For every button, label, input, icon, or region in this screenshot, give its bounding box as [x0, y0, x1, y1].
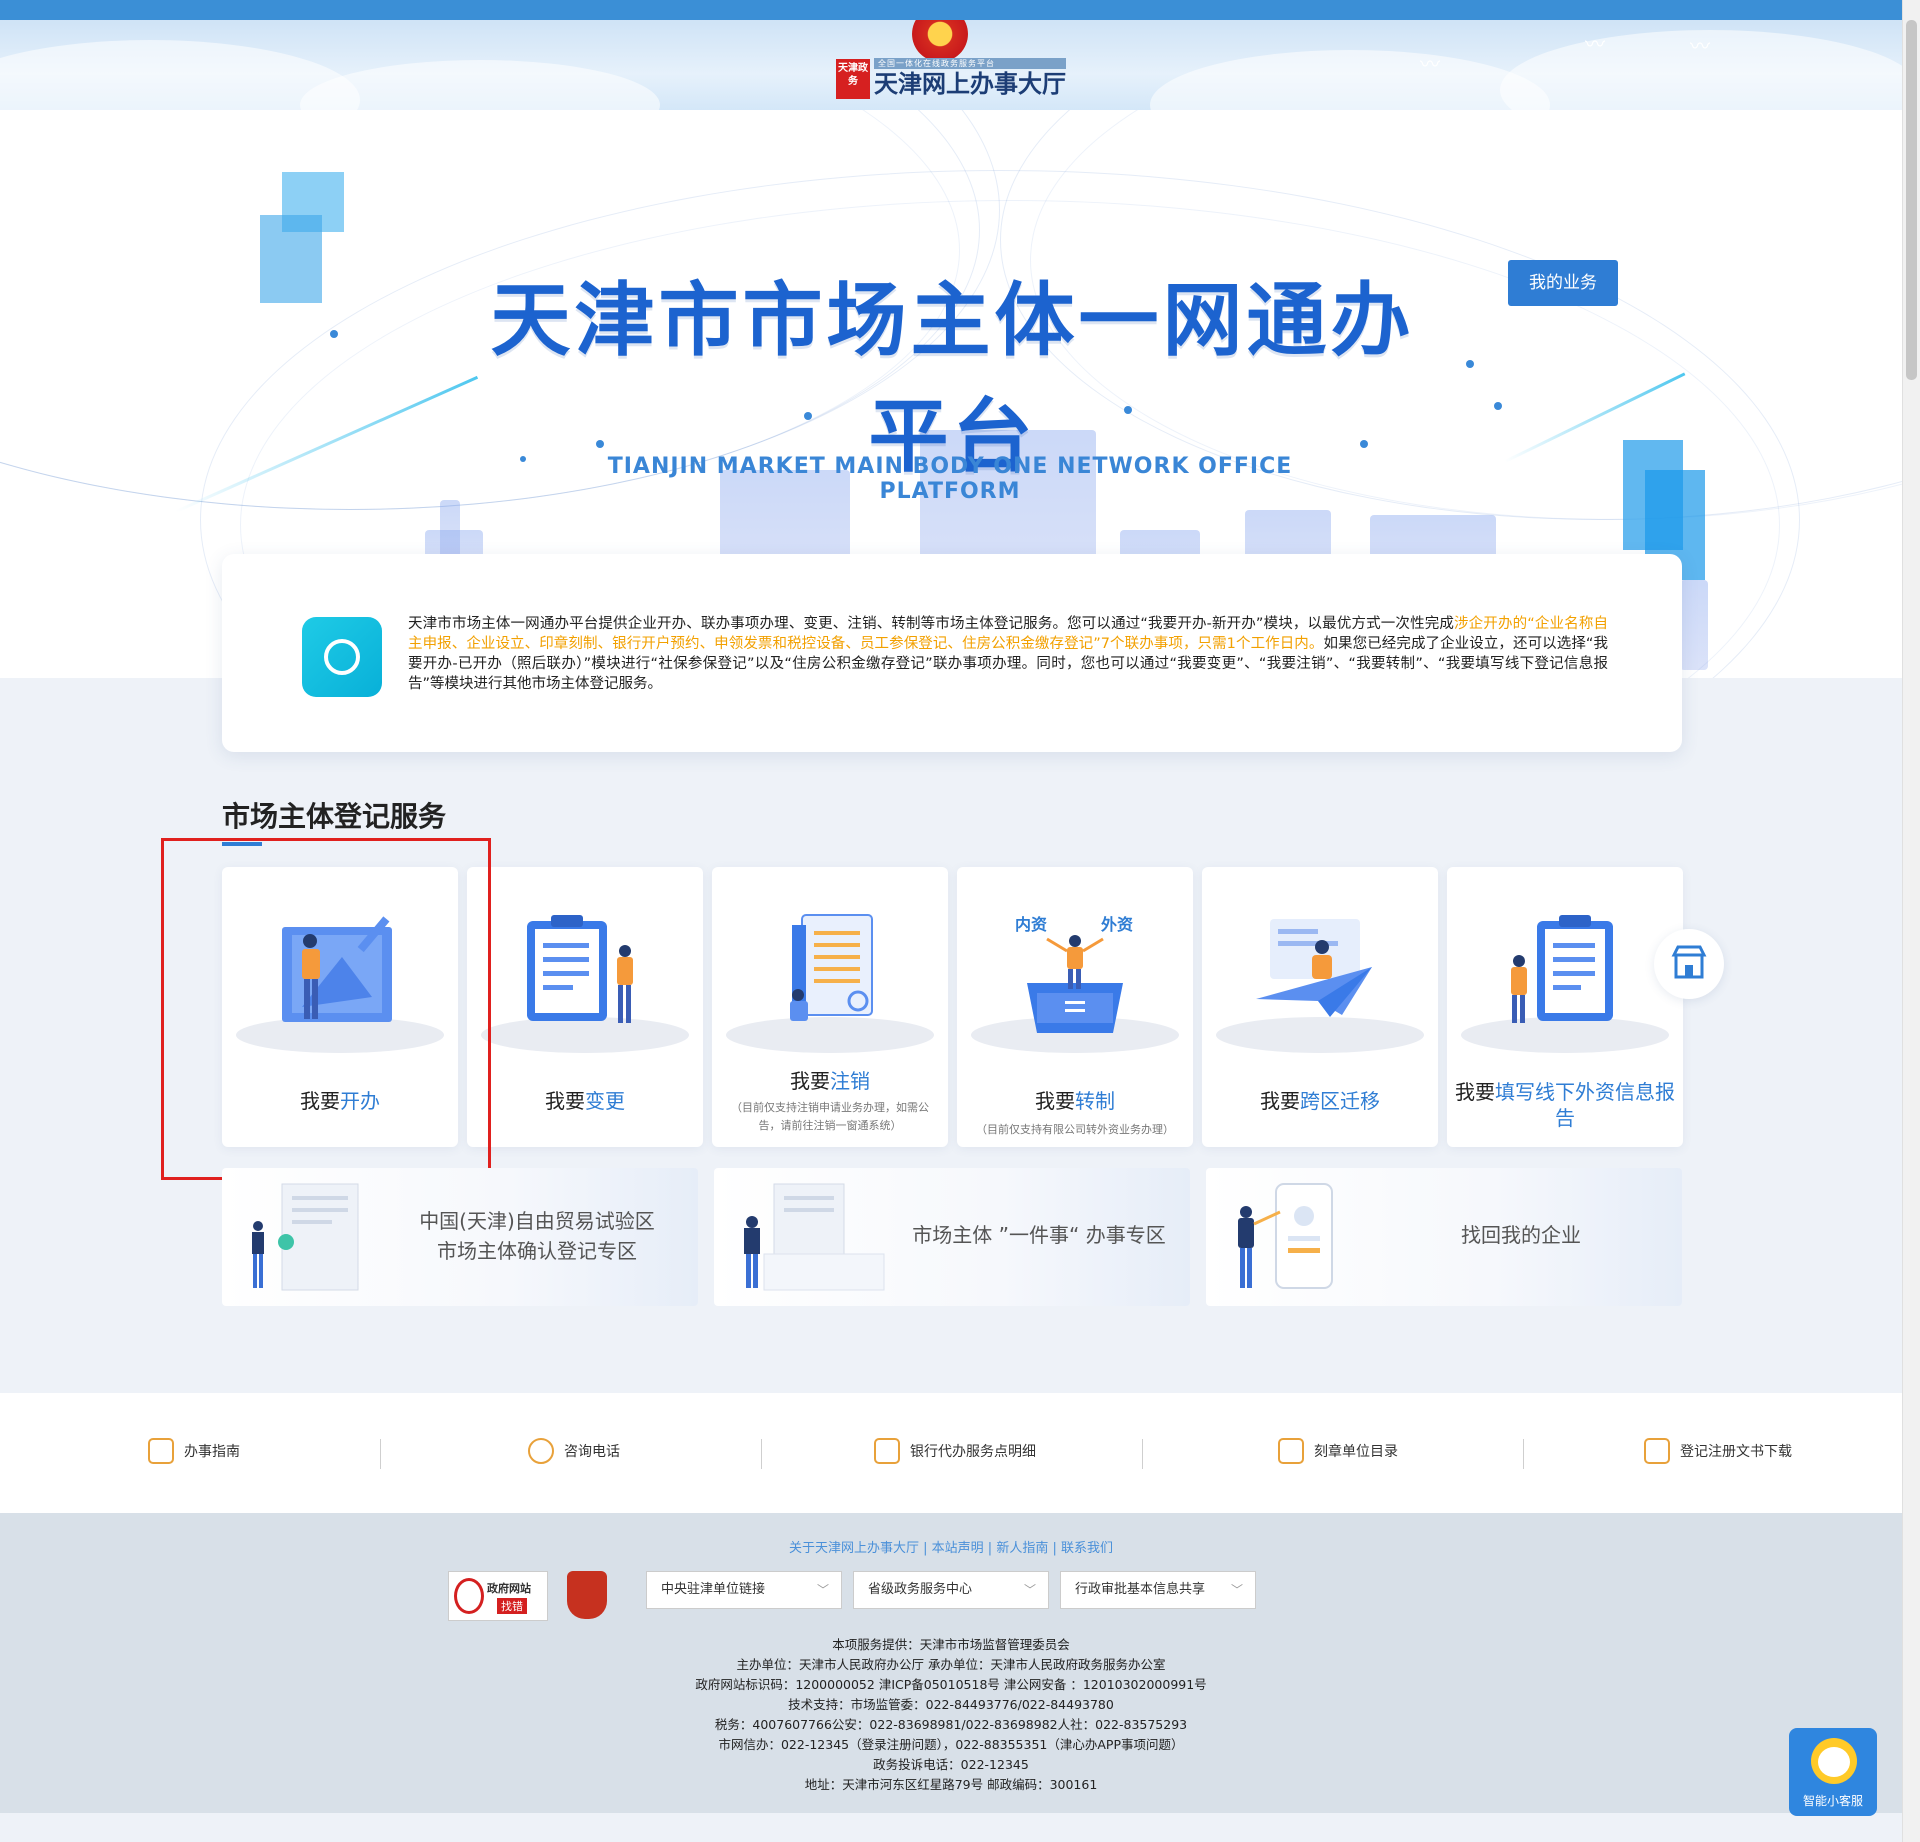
service-card-label: 我要变更	[545, 1089, 625, 1113]
site-footer: 关于天津网上办事大厅 | 本站声明 | 新人指南 | 联系我们 政府网站 找错 …	[0, 1513, 1902, 1813]
list-icon	[874, 1438, 900, 1464]
zone-free-trade[interactable]: 中国(天津)自由贸易试验区 市场主体确认登记专区	[222, 1168, 698, 1306]
cancel-business-illustration	[790, 914, 873, 1021]
site-logo[interactable]: 天津政务 全国一体化在线政务服务平台 天津网上办事大厅	[836, 58, 1066, 99]
special-zones: 中国(天津)自由贸易试验区 市场主体确认登记专区 市场主体 ”一件事“ 办事专区	[222, 1168, 1682, 1306]
link-seal-makers[interactable]: 刻章单位目录	[1278, 1438, 1398, 1464]
logo-seal: 天津政务	[836, 58, 870, 99]
transform-business-illustration	[1027, 935, 1123, 1033]
select-provincial-centers[interactable]: 省级政务服务中心 ﹀	[853, 1571, 1049, 1609]
assistant-avatar-icon	[1811, 1738, 1857, 1784]
foreign-report-illustration	[1511, 915, 1613, 1023]
service-card-migrate[interactable]: 我要跨区迁移	[1202, 867, 1438, 1147]
service-card-note: （目前仅支持有限公司转外资业务办理）	[976, 1123, 1174, 1136]
select-approval-info[interactable]: 行政审批基本信息共享 ﹀	[1060, 1571, 1256, 1609]
free-trade-illustration	[252, 1183, 359, 1291]
bird-icon: 〰	[1690, 34, 1710, 58]
gov-site-error-badge[interactable]: 政府网站 找错	[448, 1571, 548, 1621]
section-title: 市场主体登记服务	[222, 800, 447, 833]
intro-text: 天津市市场主体一网通办平台提供企业开办、联办事项办理、变更、注销、转制等市场主体…	[408, 614, 1608, 694]
service-card-note: （目前仅支持注销申请业务办理，如需公告，请前往注销一窗通系统）	[731, 1101, 929, 1132]
change-business-illustration	[527, 915, 633, 1023]
chevron-down-icon: ﹀	[1230, 1583, 1243, 1597]
zone-label: 找回我的企业	[1461, 1223, 1581, 1247]
find-enterprise-illustration	[1238, 1183, 1333, 1289]
tag-foreign: 外资	[1101, 915, 1134, 934]
logo-subtitle: 全国一体化在线政务服务平台	[874, 58, 1066, 69]
lightbulb-icon	[302, 617, 382, 697]
service-card-foreign-report[interactable]: 我要填写线下外资信息报告	[1447, 867, 1683, 1147]
service-card-label: 我要转制	[1035, 1089, 1115, 1113]
page-scrollbar[interactable]	[1902, 0, 1920, 1842]
zone-find-enterprise[interactable]: 找回我的企业	[1206, 1168, 1682, 1306]
national-emblem-icon	[912, 20, 968, 62]
service-card-change[interactable]: 我要变更	[467, 867, 703, 1147]
party-emblem-icon[interactable]	[567, 1571, 607, 1619]
phone-icon	[528, 1438, 554, 1464]
link-document-download[interactable]: 登记注册文书下载	[1644, 1438, 1792, 1464]
footer-info: 本项服务提供：天津市市场监督管理委员会 主办单位：天津市人民政府办公厅 承办单位…	[695, 1637, 1207, 1792]
platform-title-english: TIANJIN MARKET MAIN BODY ONE NETWORK OFF…	[607, 454, 1293, 504]
select-central-units[interactable]: 中央驻津单位链接 ﹀	[646, 1571, 842, 1609]
service-card-label: 我要跨区迁移	[1260, 1089, 1380, 1113]
bookmark-icon	[1278, 1438, 1304, 1464]
logo-title: 天津网上办事大厅	[874, 69, 1066, 98]
quick-links-bar: 办事指南 咨询电话 银行代办服务点明细 刻章单位目录 登记注册文书下载	[0, 1393, 1902, 1513]
link-service-guide[interactable]: 办事指南	[148, 1438, 240, 1464]
document-icon	[1644, 1438, 1670, 1464]
smart-assistant-button[interactable]: 智能小客服	[1789, 1728, 1877, 1816]
link-bank-outlets[interactable]: 银行代办服务点明细	[874, 1438, 1036, 1464]
guide-icon	[148, 1438, 174, 1464]
my-business-button[interactable]: 我的业务	[1508, 260, 1618, 306]
zone-one-thing[interactable]: 市场主体 ”一件事“ 办事专区	[714, 1168, 1190, 1306]
migrate-business-illustration	[1256, 919, 1372, 1017]
intro-card: 天津市市场主体一网通办平台提供企业开办、联办事项办理、变更、注销、转制等市场主体…	[222, 554, 1682, 752]
bird-icon: 〰	[1420, 52, 1440, 76]
zone-label: 市场主体 ”一件事“ 办事专区	[912, 1223, 1166, 1247]
top-bar	[0, 0, 1902, 20]
scrollbar-thumb[interactable]	[1906, 20, 1917, 380]
tag-domestic: 内资	[1015, 915, 1048, 934]
service-card-label: 我要填写线下外资信息报告	[1455, 1080, 1675, 1130]
highlight-annotation	[161, 838, 491, 1180]
service-card-transform[interactable]: 内资 外资 我要转制 （目前仅支持有限公司转外资业务办理）	[957, 867, 1193, 1147]
chevron-down-icon: ﹀	[1023, 1583, 1036, 1597]
link-hotline[interactable]: 咨询电话	[528, 1438, 620, 1464]
intro-text-part: 天津市市场主体一网通办平台提供企业开办、联办事项办理、变更、注销、转制等市场主体…	[408, 616, 1455, 632]
service-card-label: 我要注销	[790, 1069, 870, 1093]
shop-icon[interactable]	[1654, 929, 1724, 999]
bird-icon: 〰	[1585, 32, 1605, 56]
zone-label: 中国(天津)自由贸易试验区 市场主体确认登记专区	[419, 1209, 655, 1263]
chevron-down-icon: ﹀	[816, 1583, 829, 1597]
assistant-label: 智能小客服	[1802, 1794, 1863, 1808]
service-card-cancel[interactable]: 我要注销 （目前仅支持注销申请业务办理，如需公告，请前往注销一窗通系统）	[712, 867, 948, 1147]
footer-links[interactable]: 关于天津网上办事大厅 | 本站声明 | 新人指南 | 联系我们	[0, 1537, 1902, 1556]
site-header: 〰 〰 〰 天津政务 全国一体化在线政务服务平台 天津网上办事大厅	[0, 20, 1902, 110]
one-thing-illustration	[744, 1183, 885, 1291]
